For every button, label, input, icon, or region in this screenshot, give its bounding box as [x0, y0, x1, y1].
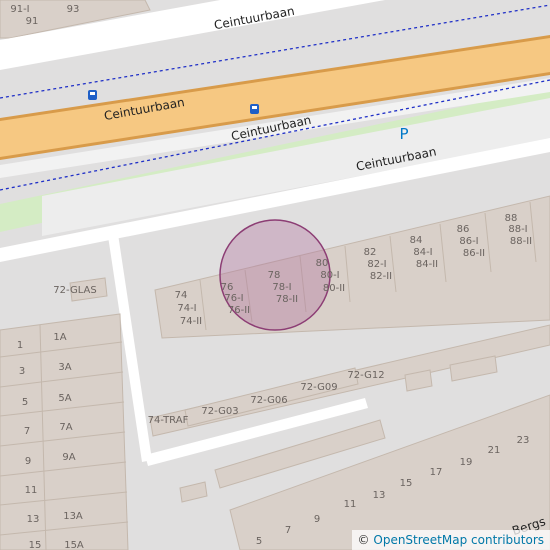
- house-number-label: 1A: [53, 332, 66, 343]
- house-number-label: 86: [457, 224, 470, 235]
- house-number-label: 82-I: [367, 259, 386, 270]
- house-number-label: 80-II: [323, 283, 345, 294]
- house-number-label: 91: [26, 16, 39, 27]
- house-number-label: 86-I: [459, 236, 478, 247]
- house-number-label: 74-TRAF: [148, 415, 189, 426]
- house-number-label: 80-I: [320, 270, 339, 281]
- house-number-label: 13A: [63, 511, 83, 522]
- house-number-label: 72-G03: [201, 406, 238, 417]
- house-number-label: 78-II: [276, 294, 298, 305]
- map-attribution: © OpenStreetMap contributors: [351, 530, 550, 550]
- house-number-label: 15A: [64, 540, 84, 550]
- parking-icon[interactable]: P: [399, 125, 408, 143]
- house-number-label: 72-G09: [300, 382, 337, 393]
- house-number-label: 88-I: [508, 224, 527, 235]
- house-number-label: 82-II: [370, 271, 392, 282]
- house-number-label: 3A: [58, 362, 71, 373]
- house-number-label: 80: [316, 258, 329, 269]
- house-number-label: 1: [17, 340, 23, 351]
- copyright-symbol: ©: [357, 533, 370, 547]
- house-number-label: 78-I: [272, 282, 291, 293]
- house-number-label: 7: [24, 426, 30, 437]
- house-number-label: 19: [460, 457, 473, 468]
- house-number-label: 88: [505, 213, 518, 224]
- map-view[interactable]: Ceintuurbaan Ceintuurbaan Ceintuurbaan C…: [0, 0, 550, 550]
- attribution-link[interactable]: OpenStreetMap contributors: [373, 533, 544, 547]
- house-number-label: 3: [19, 366, 25, 377]
- bus-stop-icon[interactable]: [250, 104, 259, 114]
- house-number-label: 84: [410, 235, 423, 246]
- house-number-label: 5A: [58, 393, 71, 404]
- house-number-label: 74-II: [180, 316, 202, 327]
- house-number-label: 13: [373, 490, 386, 501]
- house-number-label: 72-G06: [250, 395, 287, 406]
- house-number-label: 11: [25, 485, 38, 496]
- house-number-label: 82: [364, 247, 377, 258]
- house-number-label: 15: [29, 540, 42, 550]
- house-number-label: 21: [488, 445, 501, 456]
- house-number-label: 23: [517, 435, 530, 446]
- bus-stop-icon[interactable]: [88, 90, 97, 100]
- house-number-label: 76: [221, 282, 234, 293]
- house-number-label: 7: [285, 525, 291, 536]
- house-number-label: 9: [25, 456, 31, 467]
- map-canvas: Ceintuurbaan Ceintuurbaan Ceintuurbaan C…: [0, 0, 550, 550]
- house-number-label: 7A: [59, 422, 72, 433]
- house-number-label: 15: [400, 478, 413, 489]
- house-number-label: 9A: [62, 452, 75, 463]
- house-number-label: 5: [22, 397, 28, 408]
- house-number-label: 84-I: [413, 247, 432, 258]
- house-number-label: 13: [27, 514, 40, 525]
- house-number-label: 9: [314, 514, 320, 525]
- house-number-label: 74: [175, 290, 188, 301]
- house-number-label: 17: [430, 467, 443, 478]
- house-number-label: 72-G12: [347, 370, 384, 381]
- house-number-label: 74-I: [177, 303, 196, 314]
- house-number-label: 11: [344, 499, 357, 510]
- house-number-label: 72-GLAS: [53, 285, 96, 296]
- house-number-label: 76-I: [224, 293, 243, 304]
- house-number-label: 76-II: [228, 305, 250, 316]
- house-number-label: 5: [256, 536, 262, 547]
- house-number-label: 88-II: [510, 236, 532, 247]
- house-number-label: 91-I: [10, 4, 29, 15]
- house-number-label: 86-II: [463, 248, 485, 259]
- house-number-label: 78: [268, 270, 281, 281]
- house-number-label: 84-II: [416, 259, 438, 270]
- house-number-label: 93: [67, 4, 80, 15]
